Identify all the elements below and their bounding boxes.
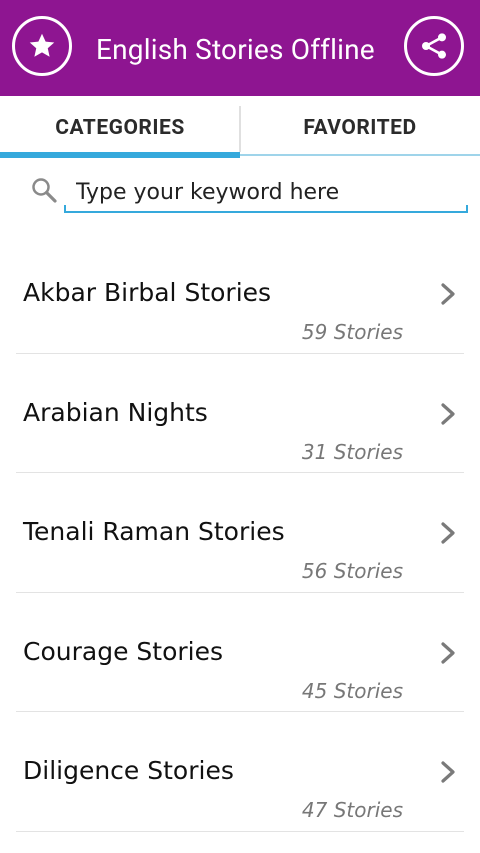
category-title: Courage Stories [23, 636, 223, 666]
tab-bar: CATEGORIES FAVORITED [0, 96, 480, 160]
share-icon[interactable] [404, 16, 464, 76]
category-title: Diligence Stories [23, 756, 234, 785]
story-count: 47 Stories [301, 798, 403, 822]
story-count: 56 Stories [301, 559, 403, 583]
list-item-diligence[interactable]: Diligence Stories 47 Stories [0, 712, 480, 832]
list-item-courage[interactable]: Courage Stories 45 Stories [0, 593, 480, 712]
search-input[interactable] [64, 172, 468, 212]
search-underline-edge [64, 205, 66, 213]
list-item-arabian-nights[interactable]: Arabian Nights 31 Stories [0, 354, 480, 473]
tab-categories[interactable]: CATEGORIES [0, 96, 240, 160]
chevron-right-icon [441, 522, 455, 544]
chevron-right-icon [441, 402, 455, 425]
divider [16, 830, 464, 832]
category-list: Akbar Birbal Stories 59 Stories Arabian … [0, 234, 480, 832]
search-icon [32, 178, 57, 203]
category-title: Tenali Raman Stories [23, 517, 285, 546]
chevron-right-icon [441, 283, 455, 305]
search-underline-edge [466, 205, 468, 213]
story-count: 45 Stories [301, 678, 403, 703]
active-tab-indicator [0, 152, 240, 158]
category-title: Arabian Nights [23, 397, 208, 427]
app-bar: English Stories Offline [0, 0, 480, 96]
list-item-tenali-raman[interactable]: Tenali Raman Stories 56 Stories [0, 473, 480, 593]
chevron-right-icon [441, 761, 455, 783]
story-count: 31 Stories [301, 439, 403, 464]
story-count: 59 Stories [301, 320, 403, 344]
inactive-tab-underline [240, 154, 480, 156]
star-icon[interactable] [12, 16, 72, 76]
search-underline [64, 211, 468, 213]
list-item-akbar-birbal[interactable]: Akbar Birbal Stories 59 Stories [0, 234, 480, 354]
tab-favorited[interactable]: FAVORITED [240, 96, 480, 160]
category-title: Akbar Birbal Stories [23, 278, 272, 307]
app-title: English Stories Offline [96, 33, 375, 66]
chevron-right-icon [441, 641, 455, 664]
